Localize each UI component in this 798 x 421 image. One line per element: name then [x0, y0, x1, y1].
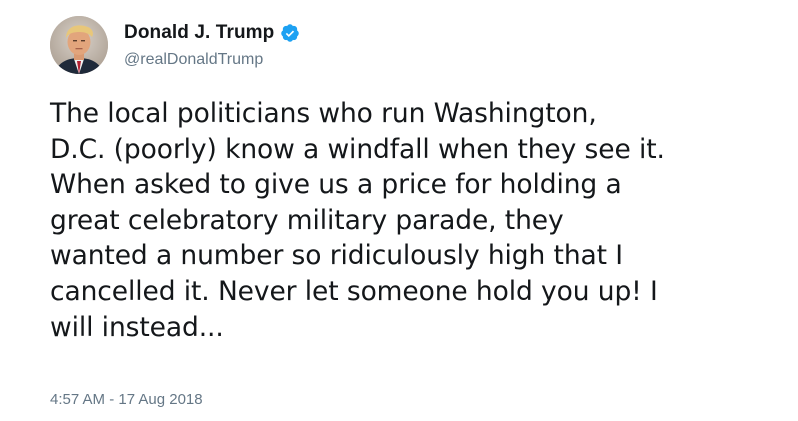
author-handle[interactable]: @realDonaldTrump [124, 51, 300, 69]
display-name-row: Donald J. Trump [124, 21, 300, 45]
tweet-header: Donald J. Trump @realDonaldTrump [50, 16, 300, 74]
author-names: Donald J. Trump @realDonaldTrump [124, 21, 300, 69]
tweet-timestamp[interactable]: 4:57 AM - 17 Aug 2018 [50, 391, 203, 408]
verified-badge-icon [280, 23, 300, 43]
tweet-text: The local politicians who run Washington… [50, 98, 665, 343]
avatar[interactable] [50, 16, 108, 74]
avatar-image [50, 16, 108, 74]
tweet-card: Donald J. Trump @realDonaldTrump The loc… [0, 0, 798, 421]
display-name[interactable]: Donald J. Trump [124, 22, 274, 44]
